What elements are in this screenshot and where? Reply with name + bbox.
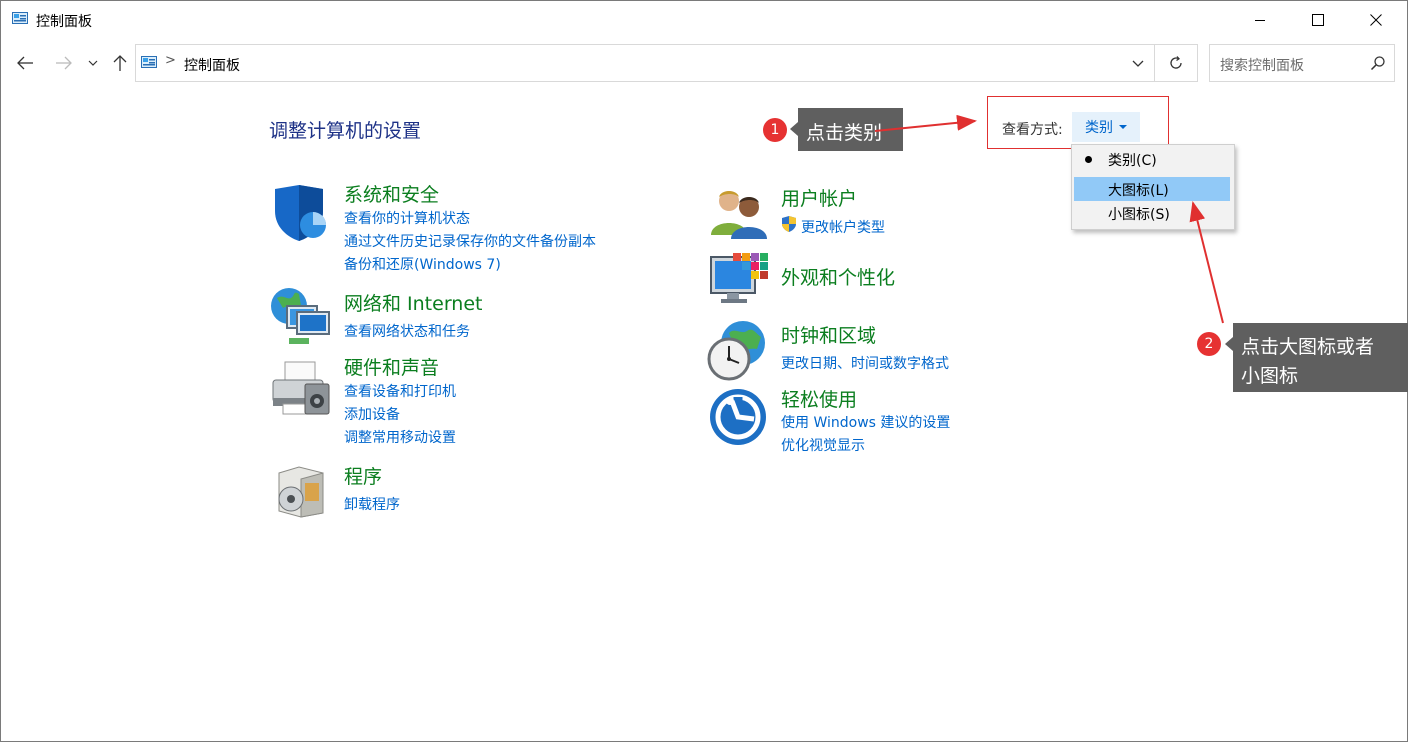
link-change-account-type[interactable]: 更改帐户类型 [801, 217, 885, 237]
link-windows-recommended-settings[interactable]: 使用 Windows 建议的设置 [781, 412, 950, 432]
uac-shield-icon [782, 216, 796, 232]
annotation-text-2-line1: 点击大图标或者 [1241, 336, 1375, 358]
menu-item-label: 小图标(S) [1108, 207, 1170, 223]
ease-of-access-icon[interactable] [708, 387, 768, 447]
control-panel-window: 控制面板 > 控制面板 搜索控制面板 调整计算机的设置 查看方式: 类别 类别(… [0, 0, 1408, 742]
back-button[interactable] [13, 51, 37, 75]
category-ease-of-access[interactable]: 轻松使用 [781, 385, 857, 412]
bullet-icon [1085, 156, 1092, 163]
printer-icon[interactable] [269, 358, 331, 418]
minimize-icon [1255, 20, 1265, 21]
annotation-callout-2: 点击大图标或者 小图标 [1225, 323, 1408, 392]
annotation-arrows [874, 114, 1224, 324]
category-clock-region[interactable]: 时钟和区域 [781, 321, 876, 348]
programs-box-icon[interactable] [273, 463, 329, 519]
control-panel-icon [141, 56, 157, 68]
forward-button[interactable] [52, 51, 76, 75]
link-optimize-visual-display[interactable]: 优化视觉显示 [781, 435, 865, 455]
link-uninstall-program[interactable]: 卸载程序 [344, 494, 400, 514]
users-icon[interactable] [709, 185, 769, 241]
refresh-button[interactable] [1155, 44, 1198, 82]
menu-item-label: 类别(C) [1108, 153, 1157, 169]
arrow-up-icon [113, 55, 127, 71]
category-system-security[interactable]: 系统和安全 [344, 180, 439, 207]
category-programs[interactable]: 程序 [344, 462, 382, 489]
link-file-history-backup[interactable]: 通过文件历史记录保存你的文件备份副本 [344, 231, 596, 251]
network-globe-icon[interactable] [269, 286, 331, 346]
recent-locations-button[interactable] [83, 51, 103, 75]
annotation-callout-1: 点击类别 [790, 108, 903, 151]
arrow-right-icon [56, 56, 72, 70]
menu-item-label: 大图标(L) [1108, 183, 1169, 199]
link-mobility-settings[interactable]: 调整常用移动设置 [344, 427, 456, 447]
link-backup-restore[interactable]: 备份和还原(Windows 7) [344, 254, 501, 274]
window-title: 控制面板 [36, 14, 92, 30]
annotation-text-1: 点击类别 [806, 122, 883, 144]
maximize-icon [1312, 14, 1324, 26]
menu-item-small-icons[interactable]: 小图标(S) [1074, 201, 1230, 225]
menu-item-category[interactable]: 类别(C) [1074, 147, 1230, 171]
up-button[interactable] [108, 51, 132, 75]
refresh-icon [1170, 56, 1182, 69]
link-devices-printers[interactable]: 查看设备和打印机 [344, 381, 456, 401]
close-button[interactable] [1347, 1, 1405, 39]
category-network-internet[interactable]: 网络和 Internet [344, 289, 482, 316]
search-input[interactable]: 搜索控制面板 [1209, 44, 1395, 82]
shield-icon[interactable] [269, 183, 329, 243]
chevron-down-icon [88, 60, 98, 66]
category-user-accounts[interactable]: 用户帐户 [781, 184, 857, 211]
clock-globe-icon[interactable] [707, 319, 769, 381]
address-bar[interactable]: > 控制面板 [135, 44, 1155, 82]
category-hardware-sound[interactable]: 硬件和声音 [344, 353, 439, 380]
callout-pointer [1225, 337, 1233, 351]
category-appearance-personalization[interactable]: 外观和个性化 [781, 263, 895, 290]
annotation-number-1: 1 [763, 118, 787, 142]
arrow-left-icon [17, 56, 33, 70]
link-view-computer-status[interactable]: 查看你的计算机状态 [344, 208, 470, 228]
page-title: 调整计算机的设置 [269, 120, 422, 142]
menu-item-large-icons[interactable]: 大图标(L) [1074, 177, 1230, 201]
annotation-highlight-box [987, 96, 1169, 149]
search-icon[interactable] [1370, 55, 1386, 71]
title-bar: 控制面板 [1, 1, 1407, 39]
breadcrumb-separator[interactable]: > [165, 53, 176, 68]
annotation-text-2-line2: 小图标 [1241, 365, 1299, 387]
control-panel-icon [12, 12, 28, 24]
view-by-menu: 类别(C) 大图标(L) 小图标(S) [1071, 144, 1235, 230]
maximize-button[interactable] [1289, 1, 1347, 39]
link-network-status[interactable]: 查看网络状态和任务 [344, 321, 470, 341]
callout-pointer [790, 122, 798, 136]
link-change-date-time-format[interactable]: 更改日期、时间或数字格式 [781, 353, 949, 373]
close-icon [1370, 14, 1382, 26]
address-bar-row: > 控制面板 搜索控制面板 [1, 43, 1407, 85]
breadcrumb-control-panel[interactable]: 控制面板 [184, 55, 240, 75]
personalization-monitor-icon[interactable] [709, 251, 771, 309]
chevron-down-icon[interactable] [1130, 55, 1146, 71]
annotation-number-2: 2 [1197, 332, 1221, 356]
minimize-button[interactable] [1231, 1, 1289, 39]
link-add-device[interactable]: 添加设备 [344, 404, 400, 424]
search-placeholder: 搜索控制面板 [1220, 58, 1304, 74]
